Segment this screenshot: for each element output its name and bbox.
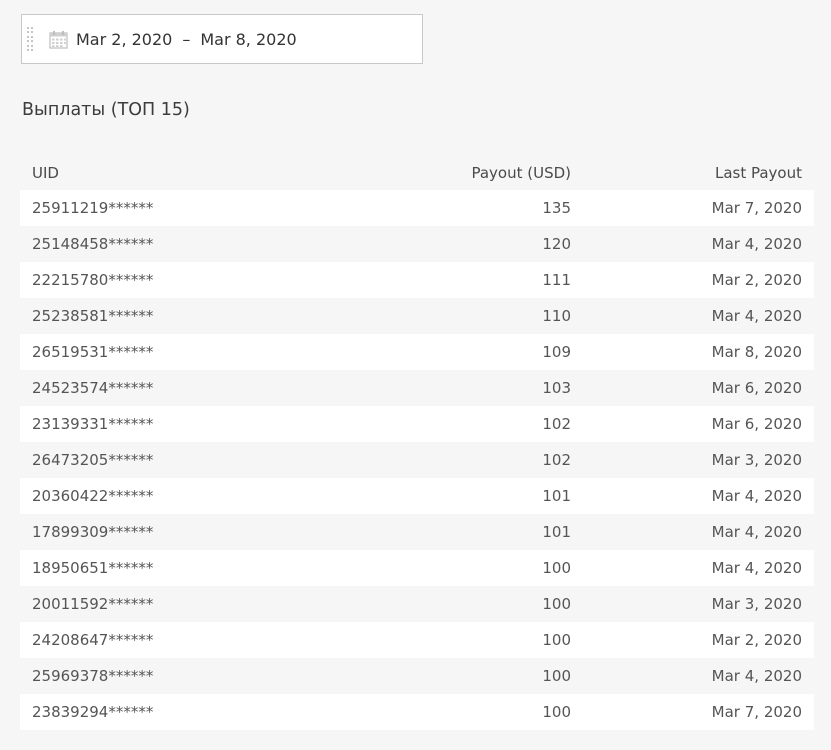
cell-uid: 23839294******: [32, 703, 154, 721]
cell-last-payout: Mar 2, 2020: [711, 631, 802, 649]
payouts-table: UID Payout (USD) Last Payout 25911219***…: [20, 156, 814, 730]
cell-uid: 23139331******: [32, 415, 154, 433]
cell-uid: 26519531******: [32, 343, 154, 361]
cell-last-payout: Mar 6, 2020: [711, 379, 802, 397]
cell-payout: 110: [542, 307, 571, 325]
cell-payout: 101: [542, 487, 571, 505]
cell-payout: 102: [542, 415, 571, 433]
cell-payout: 100: [542, 703, 571, 721]
date-range-end: Mar 8, 2020: [200, 29, 297, 49]
table-row: 26519531****** 109 Mar 8, 2020: [20, 334, 814, 370]
cell-uid: 24208647******: [32, 631, 154, 649]
date-range-picker[interactable]: Mar 2, 2020 – Mar 8, 2020: [21, 14, 423, 64]
section-title: Выплаты (ТОП 15): [22, 100, 190, 120]
cell-last-payout: Mar 3, 2020: [711, 595, 802, 613]
cell-payout: 109: [542, 343, 571, 361]
cell-last-payout: Mar 8, 2020: [711, 343, 802, 361]
cell-payout: 103: [542, 379, 571, 397]
cell-payout: 111: [542, 271, 571, 289]
cell-last-payout: Mar 4, 2020: [711, 235, 802, 253]
table-row: 20011592****** 100 Mar 3, 2020: [20, 586, 814, 622]
cell-payout: 101: [542, 523, 571, 541]
table-header-row: UID Payout (USD) Last Payout: [20, 156, 814, 190]
cell-last-payout: Mar 4, 2020: [711, 523, 802, 541]
table-row: 22215780****** 111 Mar 2, 2020: [20, 262, 814, 298]
cell-uid: 25148458******: [32, 235, 154, 253]
table-body: 25911219****** 135 Mar 7, 2020 25148458*…: [20, 190, 814, 730]
cell-last-payout: Mar 4, 2020: [711, 487, 802, 505]
table-row: 25148458****** 120 Mar 4, 2020: [20, 226, 814, 262]
cell-uid: 22215780******: [32, 271, 154, 289]
cell-uid: 18950651******: [32, 559, 154, 577]
cell-payout: 100: [542, 667, 571, 685]
table-row: 25911219****** 135 Mar 7, 2020: [20, 190, 814, 226]
table-row: 18950651****** 100 Mar 4, 2020: [20, 550, 814, 586]
table-row: 23139331****** 102 Mar 6, 2020: [20, 406, 814, 442]
cell-last-payout: Mar 4, 2020: [711, 559, 802, 577]
table-row: 24523574****** 103 Mar 6, 2020: [20, 370, 814, 406]
cell-payout: 102: [542, 451, 571, 469]
table-row: 17899309****** 101 Mar 4, 2020: [20, 514, 814, 550]
cell-uid: 25238581******: [32, 307, 154, 325]
cell-last-payout: Mar 7, 2020: [711, 199, 802, 217]
date-range-separator: –: [182, 29, 191, 49]
cell-uid: 20360422******: [32, 487, 154, 505]
cell-uid: 20011592******: [32, 595, 154, 613]
cell-last-payout: Mar 4, 2020: [711, 667, 802, 685]
cell-uid: 25911219******: [32, 199, 154, 217]
table-row: 23839294****** 100 Mar 7, 2020: [20, 694, 814, 730]
column-header-last-payout[interactable]: Last Payout: [583, 156, 814, 190]
cell-payout: 120: [542, 235, 571, 253]
date-range-start: Mar 2, 2020: [76, 29, 173, 49]
table-row: 26473205****** 102 Mar 3, 2020: [20, 442, 814, 478]
drag-handle-icon[interactable]: [27, 26, 35, 52]
cell-payout: 135: [542, 199, 571, 217]
table-row: 25238581****** 110 Mar 4, 2020: [20, 298, 814, 334]
table-row: 20360422****** 101 Mar 4, 2020: [20, 478, 814, 514]
cell-uid: 25969378******: [32, 667, 154, 685]
cell-last-payout: Mar 4, 2020: [711, 307, 802, 325]
table-row: 24208647****** 100 Mar 2, 2020: [20, 622, 814, 658]
cell-last-payout: Mar 3, 2020: [711, 451, 802, 469]
cell-uid: 24523574******: [32, 379, 154, 397]
cell-payout: 100: [542, 595, 571, 613]
cell-last-payout: Mar 6, 2020: [711, 415, 802, 433]
table-row: 25969378****** 100 Mar 4, 2020: [20, 658, 814, 694]
cell-uid: 26473205******: [32, 451, 154, 469]
column-header-payout[interactable]: Payout (USD): [274, 156, 583, 190]
cell-last-payout: Mar 7, 2020: [711, 703, 802, 721]
cell-payout: 100: [542, 559, 571, 577]
calendar-icon: [49, 30, 68, 49]
column-header-uid[interactable]: UID: [20, 156, 274, 190]
cell-last-payout: Mar 2, 2020: [711, 271, 802, 289]
cell-payout: 100: [542, 631, 571, 649]
cell-uid: 17899309******: [32, 523, 154, 541]
